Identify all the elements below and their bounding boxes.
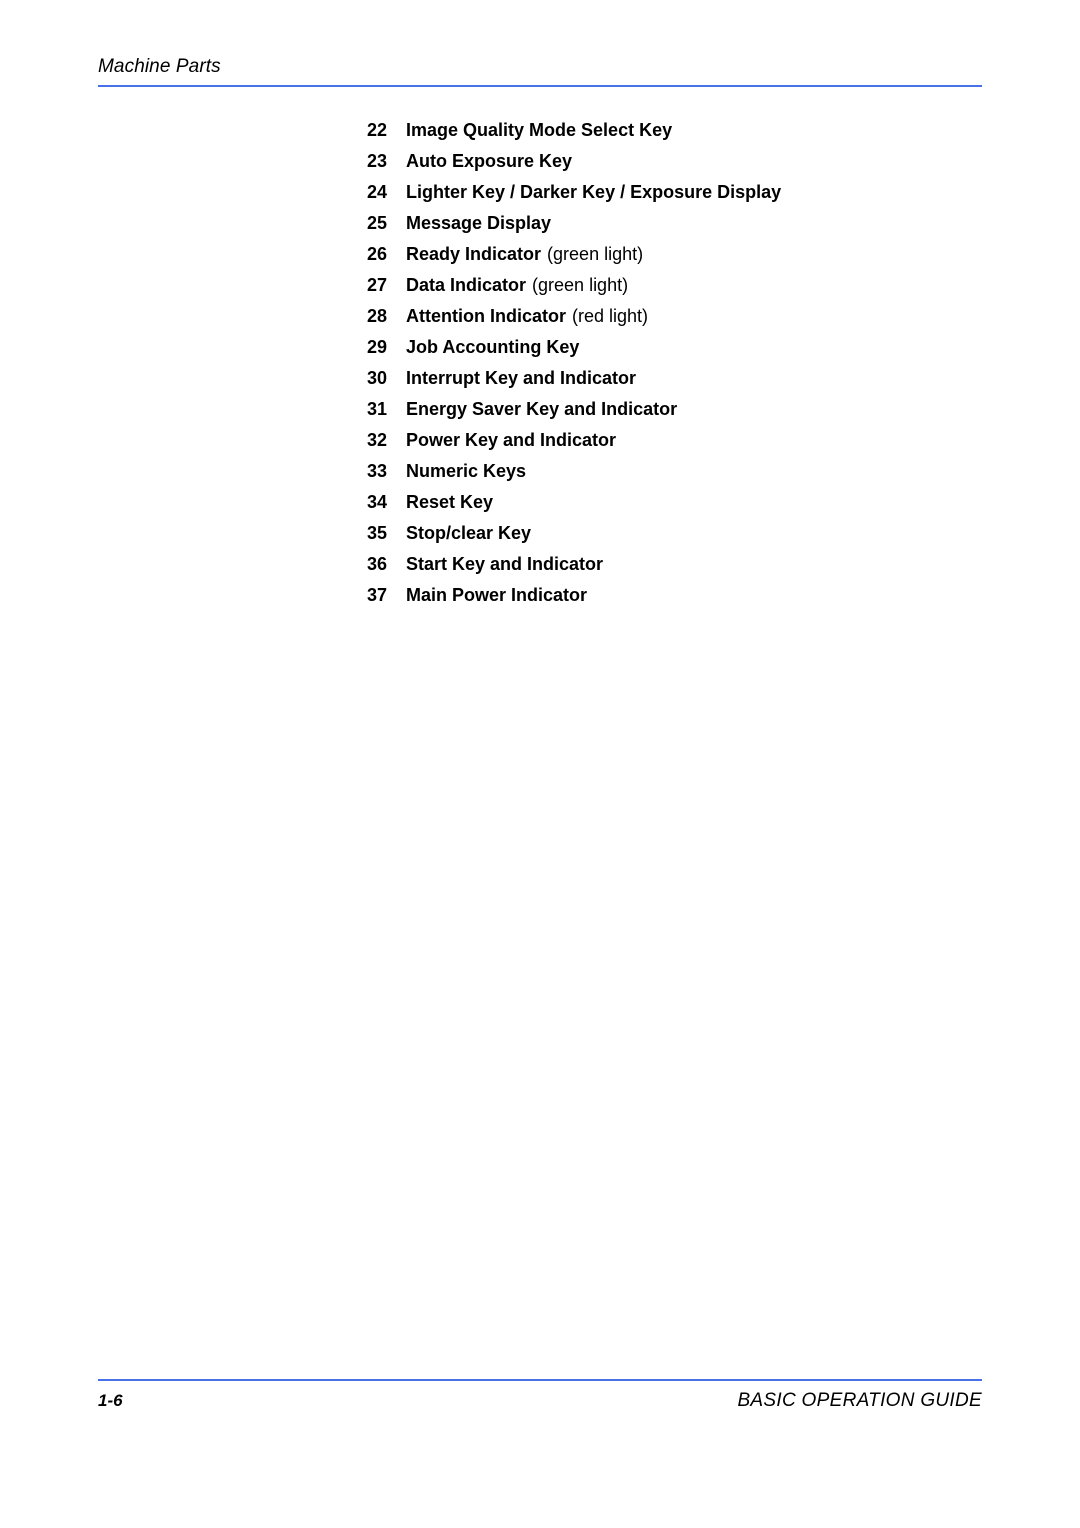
list-item: 23 Auto Exposure Key	[341, 151, 982, 182]
list-item-label-text: Power Key and Indicator	[406, 430, 617, 450]
list-item-label-text: Interrupt Key and Indicator	[406, 368, 637, 388]
header-section-title: Machine Parts	[98, 56, 221, 77]
list-item: 33 Numeric Keys	[341, 461, 982, 492]
list-item-label: Data Indicator (green light)	[406, 275, 628, 296]
list-item-label: Attention Indicator (red light)	[406, 306, 648, 327]
footer-guide-title: BASIC OPERATION GUIDE	[737, 1390, 982, 1411]
list-item-number: 37	[366, 585, 387, 605]
list-item-label-text: Auto Exposure Key	[406, 151, 573, 171]
list-item-label: Reset Key	[406, 492, 493, 513]
list-item-number: 23	[366, 151, 387, 171]
footer-page-number: 1-6	[98, 1391, 123, 1410]
list-item-label: Interrupt Key and Indicator	[406, 368, 636, 389]
list-item-label-text: Main Power Indicator	[406, 585, 588, 605]
list-item-label-text: Image Quality Mode Select Key	[406, 120, 673, 140]
list-item-number: 26	[366, 244, 387, 264]
list-item-label-text: Numeric Keys	[406, 461, 527, 481]
list-item-number: 25	[366, 213, 387, 233]
list-item: 30 Interrupt Key and Indicator	[341, 368, 982, 399]
list-item-label: Auto Exposure Key	[406, 151, 572, 172]
footer-row: 1-6 BASIC OPERATION GUIDE	[98, 1390, 982, 1412]
list-item-label: Job Accounting Key	[406, 337, 579, 358]
list-item-label-text: Lighter Key / Darker Key / Exposure Disp…	[406, 182, 782, 202]
machine-parts-list: 22 Image Quality Mode Select Key 23 Auto Ex…	[98, 120, 982, 616]
page-header: Machine Parts	[98, 56, 982, 87]
list-item-label-text: Ready Indicator	[406, 244, 542, 264]
list-item-label-text: Job Accounting Key	[406, 337, 580, 357]
list-item: 25 Message Display	[341, 213, 982, 244]
list-item: 37 Main Power Indicator	[341, 585, 982, 616]
list-item-number: 28	[366, 306, 387, 326]
list-item-label: Lighter Key / Darker Key / Exposure Disp…	[406, 182, 781, 203]
list-item-label-text: Attention Indicator	[406, 306, 566, 326]
list-item: 31 Energy Saver Key and Indicator	[341, 399, 982, 430]
list-item-note: (green light)	[532, 275, 629, 295]
list-item: 27 Data Indicator (green light)	[341, 275, 982, 306]
list-item-label: Message Display	[406, 213, 551, 234]
list-item-label: Main Power Indicator	[406, 585, 587, 606]
list-item: 35 Stop/clear Key	[341, 523, 982, 554]
page-footer: 1-6 BASIC OPERATION GUIDE	[98, 1379, 982, 1412]
footer-divider-rule	[98, 1379, 982, 1381]
list-item-number: 27	[366, 275, 387, 295]
list-item-number: 34	[366, 492, 387, 512]
list-item-label: Start Key and Indicator	[406, 554, 603, 575]
list-item-number: 33	[366, 461, 387, 481]
list-item-number: 29	[366, 337, 387, 357]
list-item-note: (green light)	[547, 244, 644, 264]
list-item: 32 Power Key and Indicator	[341, 430, 982, 461]
list-item-label: Stop/clear Key	[406, 523, 531, 544]
list-item-number: 32	[366, 430, 387, 450]
list-item-number: 24	[366, 182, 387, 202]
list-item-number: 22	[366, 120, 387, 140]
list-item: 36 Start Key and Indicator	[341, 554, 982, 585]
page-content: 22 Image Quality Mode Select Key 23 Auto Ex…	[98, 120, 982, 616]
list-item-label: Image Quality Mode Select Key	[406, 120, 672, 141]
list-item-label-text: Stop/clear Key	[406, 523, 532, 543]
list-item-label: Numeric Keys	[406, 461, 526, 482]
list-item-label-text: Message Display	[406, 213, 552, 233]
list-item-label: Ready Indicator (green light)	[406, 244, 643, 265]
list-item: 34 Reset Key	[341, 492, 982, 523]
list-item-label: Power Key and Indicator	[406, 430, 616, 451]
list-item-label-text: Start Key and Indicator	[406, 554, 604, 574]
list-item-number: 36	[366, 554, 387, 574]
list-item: 28 Attention Indicator (red light)	[341, 306, 982, 337]
list-item-number: 35	[366, 523, 387, 543]
list-item-note: (red light)	[572, 306, 649, 326]
list-item-number: 30	[366, 368, 387, 388]
list-item: 22 Image Quality Mode Select Key	[341, 120, 982, 151]
list-item: 29 Job Accounting Key	[341, 337, 982, 368]
list-item: 24 Lighter Key / Darker Key / Exposure Di…	[341, 182, 982, 213]
document-page: Machine Parts 22 Image Quality Mode Selec…	[0, 0, 1080, 1528]
list-item-label-text: Data Indicator	[406, 275, 527, 295]
header-divider-rule	[98, 84, 982, 87]
list-item-label-text: Reset Key	[406, 492, 494, 512]
list-item-label: Energy Saver Key and Indicator	[406, 399, 677, 420]
list-item-label-text: Energy Saver Key and Indicator	[406, 399, 678, 419]
list-item: 26 Ready Indicator (green light)	[341, 244, 982, 275]
list-item-number: 31	[366, 399, 387, 419]
